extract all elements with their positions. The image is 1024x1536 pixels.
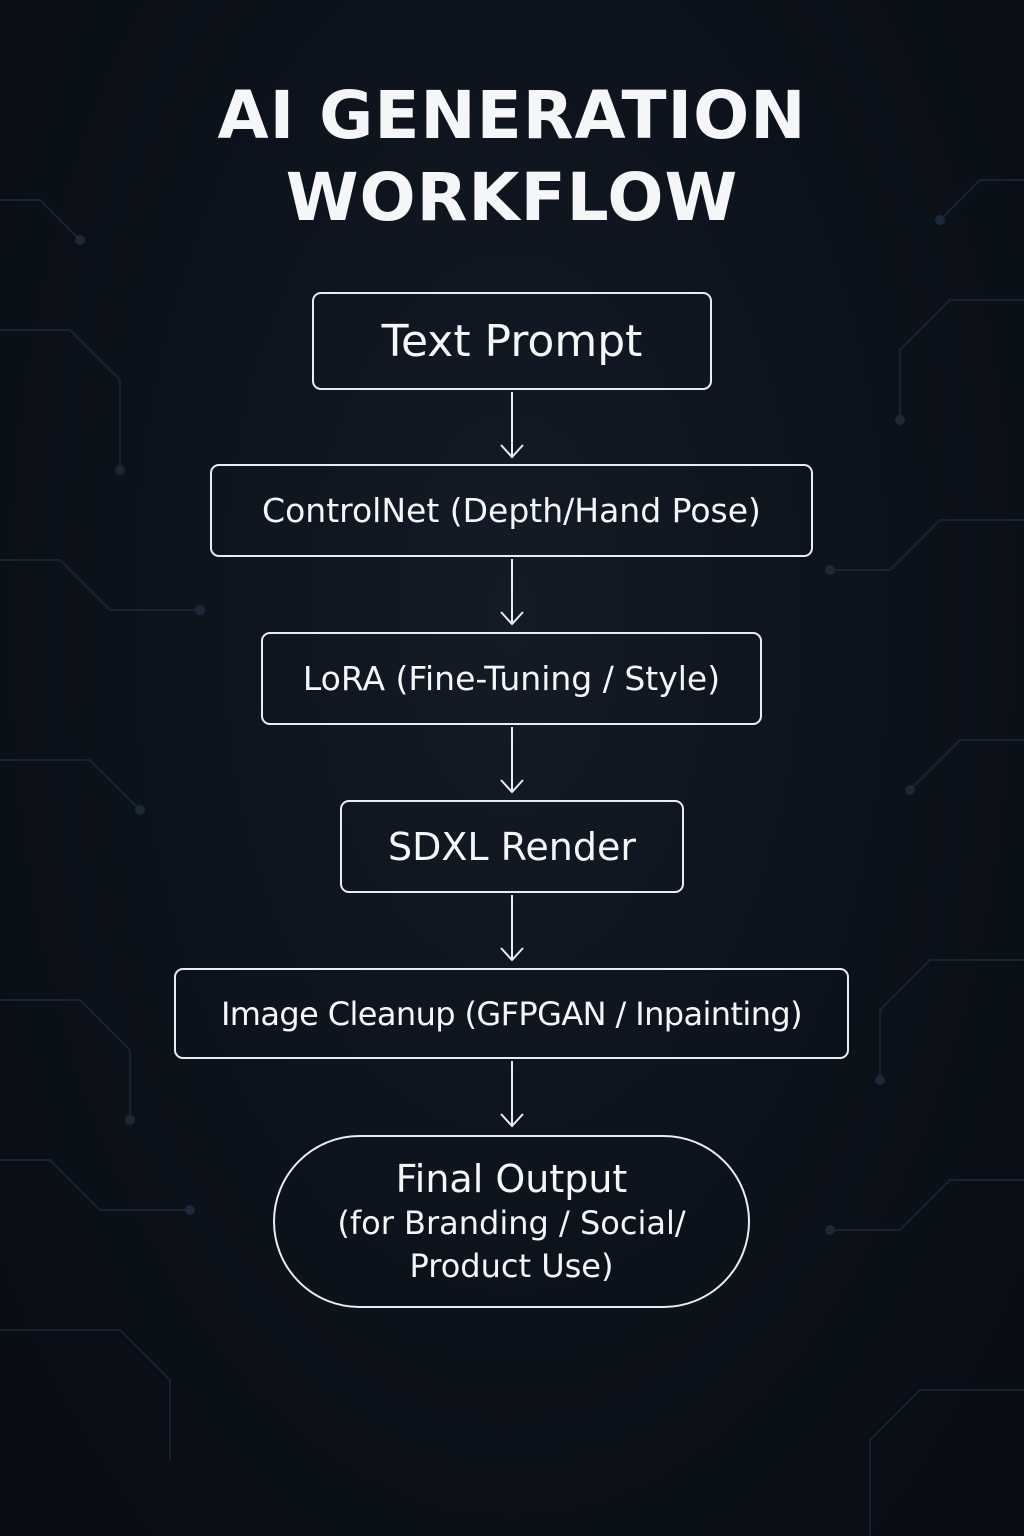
arrow-down-icon — [500, 1061, 524, 1128]
final-output-label: Final Output — [395, 1156, 628, 1201]
step-image-cleanup: Image Cleanup (GFPGAN / Inpainting) — [174, 968, 849, 1059]
step-sdxl-render: SDXL Render — [340, 800, 684, 893]
step-final-output: Final Output (for Branding / Social/ Pro… — [273, 1135, 750, 1308]
step-text-prompt: Text Prompt — [312, 292, 712, 390]
step-lora: LoRA (Fine-Tuning / Style) — [261, 632, 762, 725]
arrow-down-icon — [500, 392, 524, 459]
title-line-1: AI GENERATION — [217, 77, 807, 154]
arrow-down-icon — [500, 559, 524, 626]
step-controlnet: ControlNet (Depth/Hand Pose) — [210, 464, 813, 557]
arrow-down-icon — [500, 895, 524, 962]
final-output-detail-line-1: (for Branding / Social/ — [337, 1203, 686, 1242]
final-output-detail-line-2: Product Use) — [409, 1246, 614, 1285]
title-line-2: WORKFLOW — [285, 159, 739, 236]
arrow-down-icon — [500, 727, 524, 794]
